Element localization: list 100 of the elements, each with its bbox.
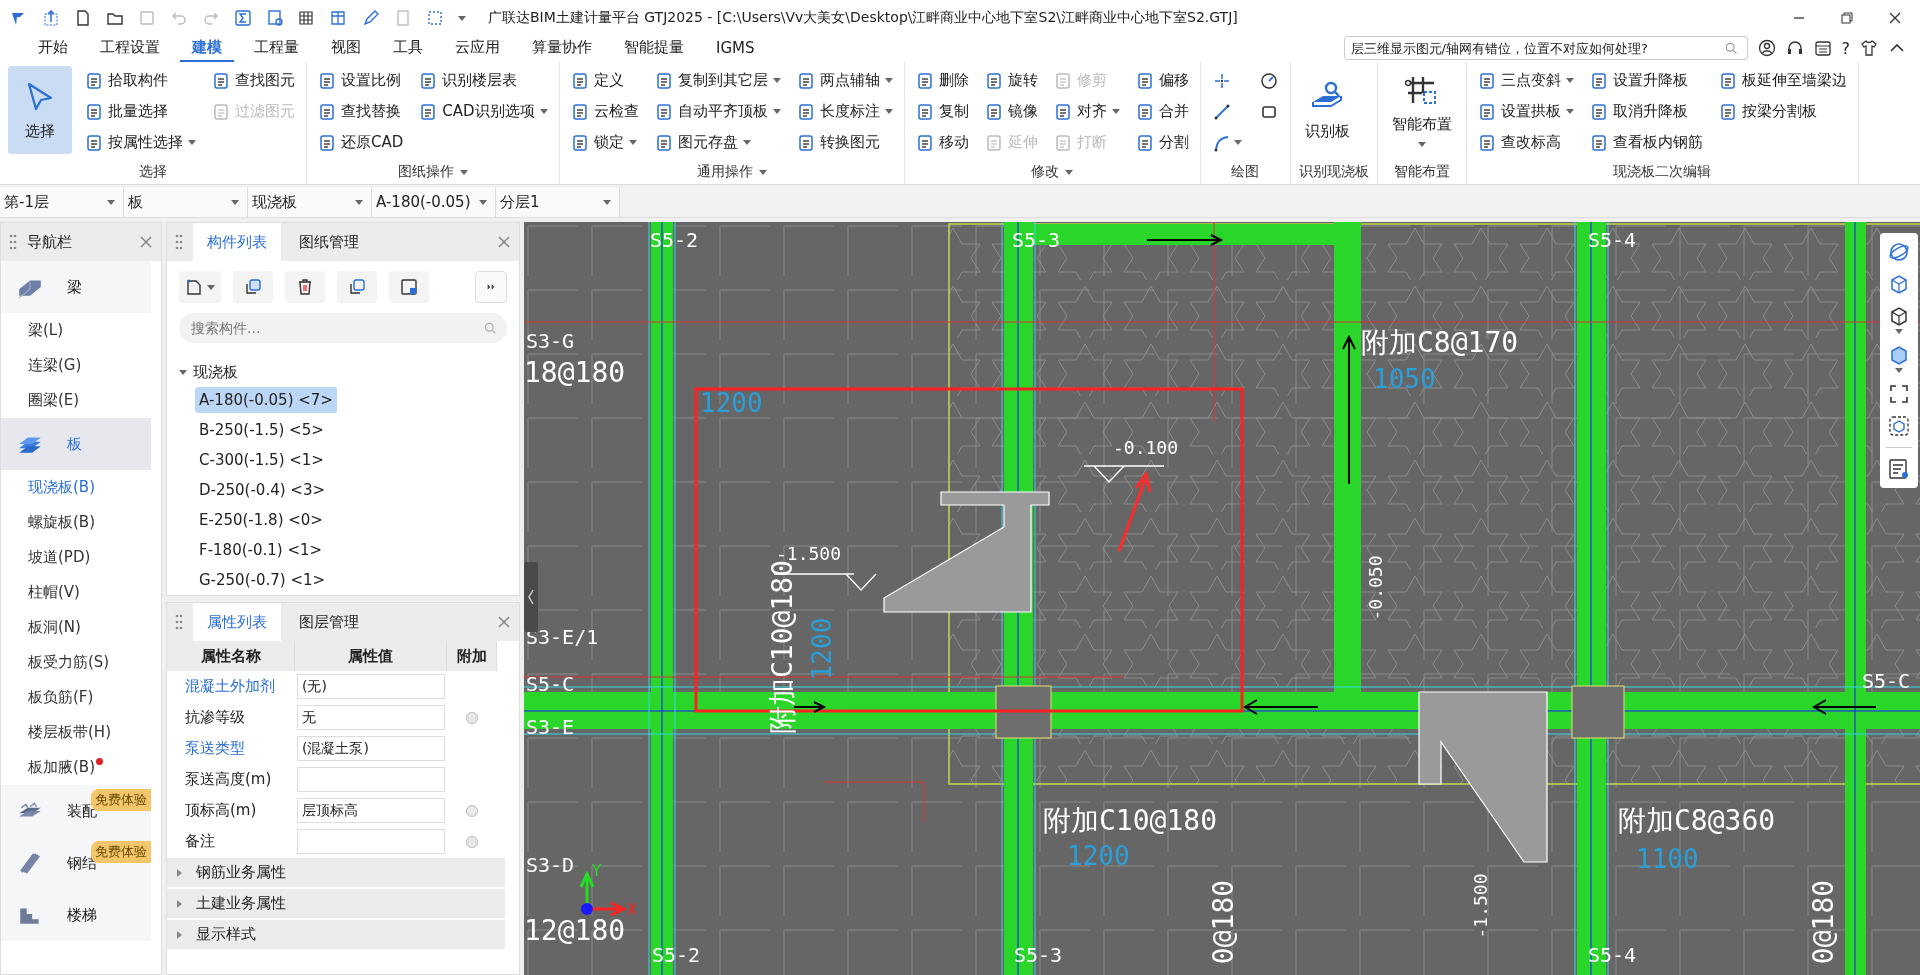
extra-checkbox[interactable] [466, 835, 478, 848]
menu-tab[interactable]: 工程量 [242, 38, 311, 62]
nav-item[interactable]: 板负筋(F) [1, 680, 151, 715]
extra-checkbox[interactable] [466, 711, 478, 724]
view-button[interactable] [1888, 383, 1910, 405]
view-button[interactable] [1888, 415, 1910, 437]
view-button[interactable] [1888, 458, 1910, 480]
property-group[interactable]: 钢筋业务属性 [167, 858, 505, 887]
menu-tab[interactable]: 云应用 [443, 38, 512, 62]
nav-item[interactable]: 板加腋(B) [1, 750, 151, 785]
toolbar-button[interactable] [179, 271, 221, 303]
nav-item[interactable]: 梁(L) [1, 313, 151, 348]
nav-category[interactable]: 楼梯 [1, 889, 151, 941]
dropdown-field[interactable]: A-180(-0.05) [372, 187, 496, 217]
toolbar-button[interactable] [337, 271, 377, 303]
ribbon-button[interactable]: 按属性选择 [82, 128, 199, 157]
toolbar-button[interactable] [285, 271, 325, 303]
property-value-field[interactable] [297, 829, 445, 854]
close-icon[interactable] [1888, 11, 1902, 25]
tree-item[interactable]: C-300(-1.5) <1> [195, 447, 328, 473]
nav-item[interactable]: 圈梁(E) [1, 383, 151, 418]
ribbon-button[interactable]: 偏移 [1132, 66, 1192, 95]
nav-item[interactable]: 柱帽(V) [1, 575, 151, 610]
ribbon-button[interactable]: 设置比例 [315, 66, 407, 95]
toolbar-button[interactable] [389, 271, 429, 303]
restore-icon[interactable] [1840, 11, 1854, 25]
collapse-handle[interactable] [524, 562, 538, 632]
nav-item[interactable]: 楼层板带(H) [1, 715, 151, 750]
ribbon-button[interactable]: 锁定 [567, 128, 642, 157]
tree-item[interactable]: A-180(-0.05) <7> [195, 387, 337, 413]
ribbon-button[interactable]: 两点辅轴 [793, 66, 896, 95]
nav-item[interactable]: 坡道(PD) [1, 540, 151, 575]
ribbon-button[interactable]: 三点变斜 [1474, 66, 1577, 95]
ribbon-button[interactable]: 识别楼层表 [416, 66, 551, 95]
nav-item[interactable]: 板洞(N) [1, 610, 151, 645]
panel-tab[interactable]: 属性列表 [193, 603, 281, 641]
dropdown-field[interactable]: 第-1层 [0, 187, 124, 217]
ribbon-button[interactable]: 对齐 [1050, 97, 1123, 126]
menu-tab[interactable]: IGMS [704, 39, 767, 62]
ribbon-large-button[interactable]: 选择 [8, 66, 72, 154]
ribbon-button[interactable]: 板延伸至墙梁边 [1715, 66, 1850, 95]
ribbon-button[interactable]: 定义 [567, 66, 642, 95]
property-value-field[interactable] [297, 767, 445, 792]
ribbon-large-button[interactable]: 智能布置 [1385, 66, 1458, 154]
ribbon-button[interactable]: 自动平齐顶板 [651, 97, 784, 126]
search-field[interactable]: 搜索构件... [179, 313, 507, 343]
ribbon-button[interactable]: 拾取构件 [82, 66, 199, 95]
drag-handle-icon[interactable] [175, 614, 183, 630]
ribbon-button[interactable]: 按梁分割板 [1715, 97, 1850, 126]
group-menu-caret-icon[interactable] [758, 169, 767, 175]
ribbon-button[interactable]: 查看板内钢筋 [1586, 128, 1706, 157]
tree-item[interactable]: G-250(-0.7) <1> [195, 567, 330, 593]
group-menu-caret-icon[interactable] [1065, 169, 1074, 175]
dropdown-field[interactable]: 板 [124, 187, 248, 217]
panel-tab[interactable]: 图层管理 [285, 603, 373, 641]
ribbon-button[interactable]: 还原CAD [315, 128, 407, 157]
menu-tab[interactable]: 视图 [319, 38, 373, 62]
ribbon-large-button[interactable]: 识别板 [1298, 66, 1356, 154]
menu-tab[interactable]: 算量协作 [520, 38, 604, 62]
ribbon-button[interactable]: 旋转 [981, 66, 1041, 95]
dropdown-field[interactable]: 现浇板 [248, 187, 372, 217]
help-menu[interactable]: ? [1841, 38, 1850, 58]
nav-category[interactable]: 梁 [1, 261, 151, 313]
group-menu-caret-icon[interactable] [459, 169, 468, 175]
ribbon-button[interactable]: 设置拱板 [1474, 97, 1577, 126]
panel-tab[interactable]: 构件列表 [193, 223, 281, 261]
menu-tab[interactable]: 智能提量 [612, 38, 696, 62]
ribbon-button[interactable]: 取消升降板 [1586, 97, 1706, 126]
ribbon-button[interactable]: 查找图元 [209, 66, 298, 95]
property-value-field[interactable]: 无 [297, 705, 445, 730]
ribbon-button[interactable]: CAD识别选项 [416, 97, 551, 126]
ribbon-button[interactable]: 删除 [912, 66, 972, 95]
property-link[interactable]: 泵送类型 [167, 733, 295, 764]
nav-category[interactable]: 板 [1, 418, 151, 470]
tree-item[interactable]: E-250(-1.8) <0> [195, 507, 327, 533]
property-value-field[interactable]: (无) [297, 674, 445, 699]
tree-item[interactable]: B-250(-1.5) <5> [195, 417, 328, 443]
dropdown-field[interactable]: 分层1 [496, 187, 620, 217]
tree-node[interactable]: 现浇板 [175, 359, 242, 385]
property-group[interactable]: 显示样式 [167, 920, 505, 949]
property-link[interactable]: 混凝土外加剂 [167, 671, 295, 702]
nav-item[interactable]: 现浇板(B) [1, 470, 151, 505]
help-search-field[interactable]: 层三维显示图元/轴网有错位，位置不对应如何处理? [1343, 36, 1748, 60]
property-value-field[interactable]: (混凝土泵) [297, 736, 445, 761]
ribbon-button[interactable]: 转换图元 [793, 128, 896, 157]
view-button[interactable] [1888, 344, 1910, 373]
property-value-field[interactable]: 层顶标高 [297, 798, 445, 823]
tree-item[interactable]: D-250(-0.4) <3> [195, 477, 329, 503]
menu-tab[interactable]: 工程设置 [88, 38, 172, 62]
panel-tab[interactable]: 图纸管理 [285, 223, 373, 261]
menu-tab[interactable]: 工具 [381, 38, 435, 62]
ribbon-button[interactable]: 移动 [912, 128, 972, 157]
drag-handle-icon[interactable] [9, 234, 17, 250]
nav-item[interactable]: 螺旋板(B) [1, 505, 151, 540]
property-group[interactable]: 土建业务属性 [167, 889, 505, 918]
ribbon-button[interactable]: 图元存盘 [651, 128, 784, 157]
extra-checkbox[interactable] [466, 804, 478, 817]
ribbon-button[interactable]: 复制到其它层 [651, 66, 784, 95]
ribbon-button[interactable]: 查找替换 [315, 97, 407, 126]
view-button[interactable] [1888, 305, 1910, 334]
